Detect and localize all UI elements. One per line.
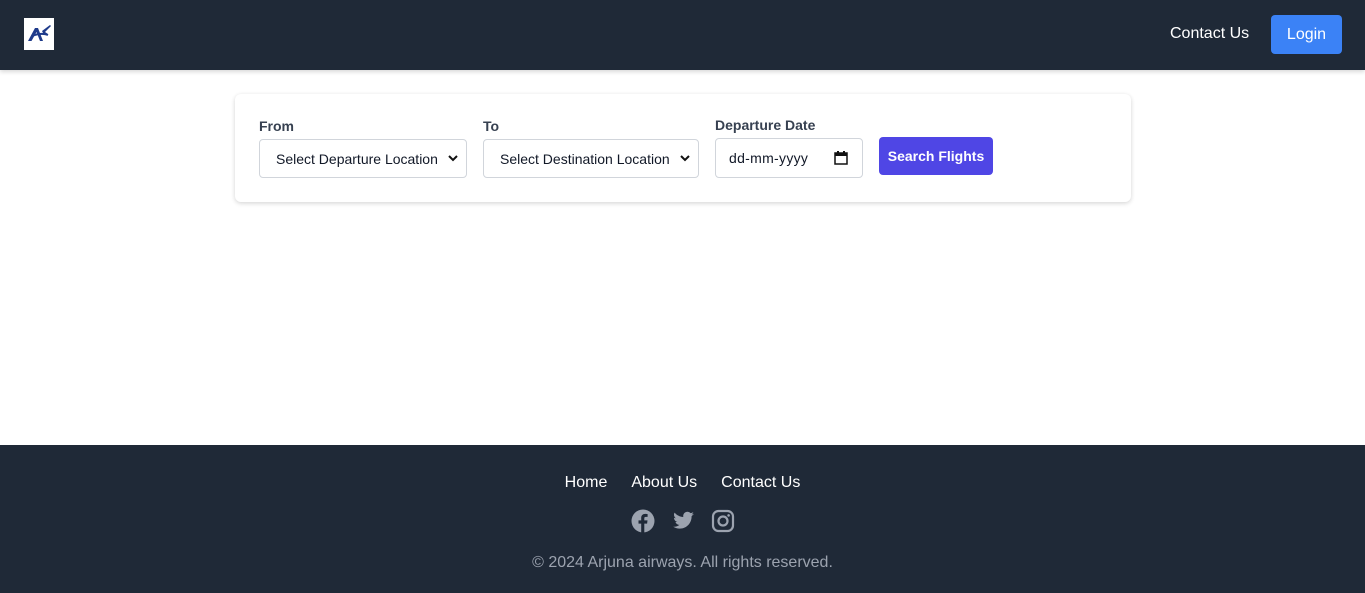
social-links bbox=[0, 509, 1365, 533]
nav-contact-link[interactable]: Contact Us bbox=[1170, 24, 1249, 44]
departure-date-input[interactable]: dd-mm-yyyy bbox=[715, 138, 863, 178]
chevron-down-icon bbox=[680, 155, 690, 162]
instagram-icon[interactable] bbox=[711, 509, 735, 533]
copyright-text: © 2024 Arjuna airways. All rights reserv… bbox=[532, 554, 833, 571]
airline-logo-icon[interactable] bbox=[24, 18, 54, 50]
twitter-icon[interactable] bbox=[671, 509, 695, 533]
footer-link-about[interactable]: About Us bbox=[631, 473, 697, 493]
footer-link-contact[interactable]: Contact Us bbox=[721, 473, 800, 493]
top-navbar: Contact Us Login bbox=[0, 0, 1365, 70]
destination-select-value: Select Destination Location bbox=[500, 150, 670, 167]
search-flights-button[interactable]: Search Flights bbox=[879, 137, 993, 175]
login-button[interactable]: Login bbox=[1271, 15, 1342, 54]
footer-link-home[interactable]: Home bbox=[565, 473, 608, 493]
page-footer: Home About Us Contact Us © 2024 Arjuna a… bbox=[0, 445, 1365, 593]
departure-date-label: Departure Date bbox=[715, 117, 816, 133]
footer-links: Home About Us Contact Us bbox=[0, 473, 1365, 493]
calendar-icon[interactable] bbox=[834, 151, 848, 165]
from-label: From bbox=[259, 118, 294, 134]
date-placeholder: dd-mm-yyyy bbox=[729, 150, 809, 166]
departure-location-select[interactable]: Select Departure Location bbox=[259, 139, 467, 178]
flight-search-card: From Select Departure Location To Select… bbox=[235, 94, 1131, 202]
facebook-icon[interactable] bbox=[631, 509, 655, 533]
departure-select-value: Select Departure Location bbox=[276, 150, 438, 167]
to-label: To bbox=[483, 118, 500, 134]
chevron-down-icon bbox=[448, 155, 458, 162]
destination-location-select[interactable]: Select Destination Location bbox=[483, 139, 699, 178]
